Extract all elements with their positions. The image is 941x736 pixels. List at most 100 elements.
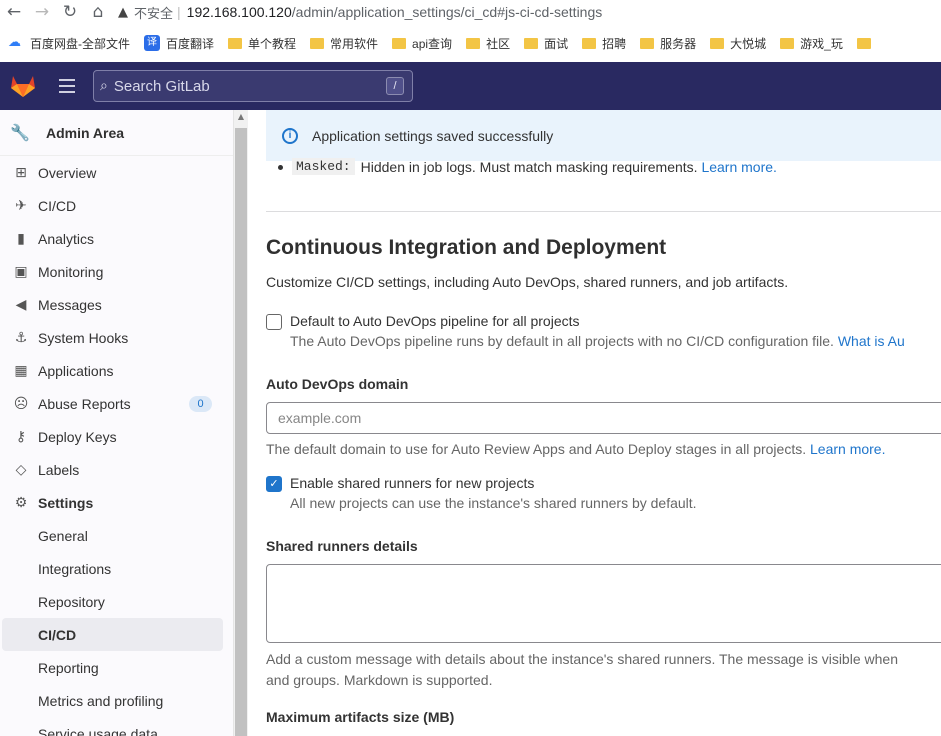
sidebar-item-monitoring[interactable]: ▣ Monitoring xyxy=(0,255,233,288)
count-badge: 0 xyxy=(189,396,212,412)
sidebar-item-analytics[interactable]: ▮ Analytics xyxy=(0,222,233,255)
address-separator: | xyxy=(177,4,181,20)
sad-face-icon: ☹ xyxy=(13,395,29,412)
sidebar-item-labels[interactable]: ◇ Labels xyxy=(0,453,233,486)
sidebar-subitem-integrations[interactable]: Integrations xyxy=(0,552,233,585)
sidebar-subitem-repository[interactable]: Repository xyxy=(0,585,233,618)
search-box[interactable]: ⌕ / xyxy=(93,70,413,102)
bookmark-folder[interactable] xyxy=(856,37,877,49)
bullet-dot xyxy=(278,165,283,170)
bookmark-label: 大悦城 xyxy=(730,36,767,51)
bookmark-label: api查询 xyxy=(412,36,453,51)
megaphone-icon: ◀ xyxy=(15,296,27,313)
bookmark-folder[interactable]: 单个教程 xyxy=(228,35,296,52)
sidebar-item-label: CI/CD xyxy=(38,197,77,214)
bookmark-folder[interactable]: 服务器 xyxy=(640,35,696,52)
auto-devops-domain-input[interactable] xyxy=(266,402,941,434)
label-icon: ◇ xyxy=(15,461,27,478)
bookmark-label: 面试 xyxy=(544,36,569,51)
home-icon[interactable]: ⌂ xyxy=(84,0,112,24)
sidebar-header[interactable]: 🔧 Admin Area xyxy=(0,110,233,156)
bookmark-folder[interactable]: 面试 xyxy=(524,35,568,52)
sidebar-item-system-hooks[interactable]: ⚓ System Hooks xyxy=(0,321,233,354)
sidebar-subitem-cicd[interactable]: CI/CD xyxy=(2,618,223,651)
sidebar-subitem-general[interactable]: General xyxy=(0,519,233,552)
scroll-up-arrow-icon[interactable]: ▲ xyxy=(234,112,248,124)
alert-message: Application settings saved successfully xyxy=(312,127,554,144)
translate-icon: 译 xyxy=(144,35,160,51)
bookmark-label: 社区 xyxy=(486,36,511,51)
bookmark-folder[interactable]: 游戏_玩 xyxy=(780,35,843,52)
folder-icon xyxy=(466,37,481,49)
folder-icon xyxy=(780,37,795,49)
sidebar-subitem-metrics[interactable]: Metrics and profiling xyxy=(0,684,233,717)
sidebar-subitem-reporting[interactable]: Reporting xyxy=(0,651,233,684)
sidebar-item-label: Settings xyxy=(38,494,94,511)
bookmark-item[interactable]: 译百度翻译 xyxy=(144,35,214,52)
bookmark-label: 游戏_玩 xyxy=(800,36,843,51)
auto-devops-help: The Auto DevOps pipeline runs by default… xyxy=(290,333,905,349)
folder-icon xyxy=(310,37,325,49)
sidebar-item-applications[interactable]: ▦ Applications xyxy=(0,354,233,387)
section-title: Continuous Integration and Deployment xyxy=(266,236,667,259)
bookmark-folder[interactable]: 招聘 xyxy=(582,35,626,52)
shared-runners-label: Enable shared runners for new projects xyxy=(290,475,535,491)
sidebar-item-label: Abuse Reports xyxy=(38,395,131,412)
auto-devops-help-text: The Auto DevOps pipeline runs by default… xyxy=(290,333,834,349)
gitlab-logo-icon[interactable] xyxy=(0,62,46,110)
url-path: /admin/application_settings/ci_cd#js-ci-… xyxy=(291,4,603,20)
sidebar-item-label: Overview xyxy=(38,164,97,181)
folder-icon xyxy=(856,37,871,49)
browser-toolbar: ← → ↻ ⌂ ▲ 不安全 | 192.168.100.120 /admin/a… xyxy=(0,0,941,24)
wrench-icon: 🔧 xyxy=(10,123,30,142)
runner-details-help-line1: Add a custom message with details about … xyxy=(266,651,898,667)
sidebar-item-abuse-reports[interactable]: ☹ Abuse Reports 0 xyxy=(0,387,233,420)
monitor-icon: ▣ xyxy=(14,263,28,280)
auto-devops-checkbox[interactable] xyxy=(266,314,282,330)
sidebar-item-deploy-keys[interactable]: ⚷ Deploy Keys xyxy=(0,420,233,453)
sidebar-item-label: Analytics xyxy=(38,230,95,247)
shared-runners-checkbox[interactable]: ✓ xyxy=(266,476,282,492)
runner-details-label: Shared runners details xyxy=(266,538,418,554)
folder-icon xyxy=(710,37,725,49)
sidebar-subitem-service-usage[interactable]: Service usage data xyxy=(0,717,233,736)
auto-devops-link[interactable]: What is Au xyxy=(838,333,905,349)
url-host: 192.168.100.120 xyxy=(186,4,292,20)
section-description: Customize CI/CD settings, including Auto… xyxy=(266,274,789,290)
bookmark-item[interactable]: ☁ 百度网盘-全部文件 xyxy=(8,35,130,52)
masked-bullet: Masked: Hidden in job logs. Must match m… xyxy=(278,158,777,175)
bookmark-folder[interactable]: 大悦城 xyxy=(710,35,766,52)
rocket-icon: ✈ xyxy=(15,197,27,214)
bookmark-label: 单个教程 xyxy=(248,36,297,51)
shared-runners-checkbox-row[interactable]: ✓ Enable shared runners for new projects… xyxy=(266,475,697,511)
folder-icon xyxy=(582,37,597,49)
back-arrow-icon[interactable]: ← xyxy=(0,0,28,24)
auto-devops-checkbox-row[interactable]: Default to Auto DevOps pipeline for all … xyxy=(266,313,905,349)
sidebar-scrollbar-thumb[interactable] xyxy=(235,128,247,736)
bookmark-label: 常用软件 xyxy=(330,36,379,51)
admin-sidebar: 🔧 Admin Area ⊞ Overview ✈ CI/CD ▮ Analytics… xyxy=(0,110,234,736)
bookmark-folder[interactable]: 常用软件 xyxy=(310,35,378,52)
bookmark-label: 百度网盘-全部文件 xyxy=(30,36,130,51)
sidebar-item-cicd[interactable]: ✈ CI/CD xyxy=(0,189,233,222)
shared-runners-details-textarea[interactable] xyxy=(266,564,941,643)
sidebar-item-messages[interactable]: ◀ Messages xyxy=(0,288,233,321)
bookmark-folder[interactable]: 社区 xyxy=(466,35,510,52)
sidebar-item-label: Messages xyxy=(38,296,102,313)
masked-learn-more-link[interactable]: Learn more. xyxy=(701,159,776,175)
domain-learn-more-link[interactable]: Learn more. xyxy=(810,441,885,457)
main-content: i Application settings saved successfull… xyxy=(248,110,941,736)
bookmark-folder[interactable]: api查询 xyxy=(392,35,452,52)
search-input[interactable] xyxy=(113,77,364,95)
folder-icon xyxy=(392,37,407,49)
search-shortcut-key: / xyxy=(386,77,404,95)
applications-icon: ▦ xyxy=(14,362,28,379)
address-bar[interactable]: ▲ 不安全 | 192.168.100.120 /admin/applicati… xyxy=(118,0,602,24)
hamburger-menu-icon[interactable] xyxy=(46,62,88,110)
sidebar-item-overview[interactable]: ⊞ Overview xyxy=(0,156,233,189)
search-icon: ⌕ xyxy=(100,78,108,94)
reload-icon[interactable]: ↻ xyxy=(56,0,84,24)
info-icon: i xyxy=(282,127,298,144)
forward-arrow-icon[interactable]: → xyxy=(28,0,56,24)
sidebar-item-settings[interactable]: ⚙ Settings xyxy=(0,486,233,519)
